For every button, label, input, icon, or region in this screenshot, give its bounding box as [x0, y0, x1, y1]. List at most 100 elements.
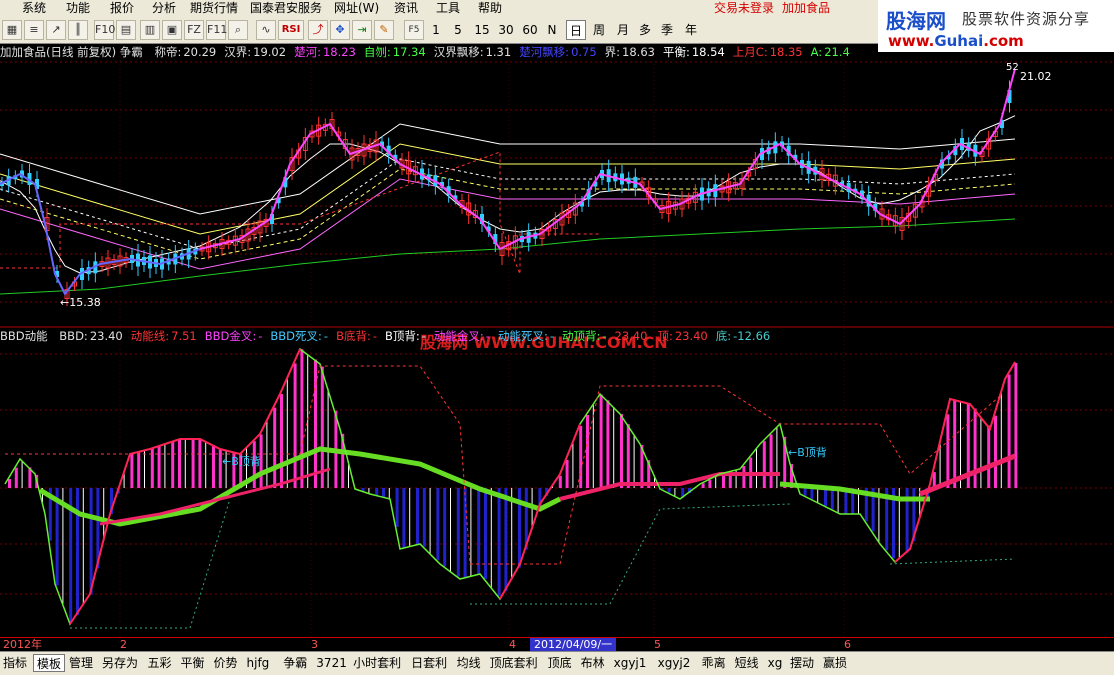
period-5min[interactable]: 5 [450, 20, 466, 40]
tab-20[interactable]: xg [765, 654, 786, 672]
tab-11[interactable]: 日套利 [408, 654, 450, 672]
bbd-bar [192, 439, 195, 488]
time-axis: 2012年 2 3 4 2012/04/09/一 5 6 [0, 637, 1114, 651]
grid-icon[interactable]: ▤ [116, 20, 136, 40]
time-label: 6 [844, 638, 851, 651]
bbd-bar [1008, 375, 1011, 488]
bbd-bar [742, 466, 745, 488]
bbd-bar [137, 452, 140, 488]
bbd-bar [273, 408, 276, 488]
bbd-bar [600, 395, 603, 488]
bbd-bar [817, 488, 818, 503]
pen-icon[interactable]: ✎ [374, 20, 394, 40]
menu-system[interactable]: 系统 [22, 0, 46, 17]
list-icon[interactable]: ≡ [24, 20, 44, 40]
period-multi[interactable]: 多 [636, 20, 654, 40]
sub-panel: ←B顶背←B顶背股海网 WWW.GUHAI.COM.CN [5, 333, 1017, 628]
tab-1[interactable]: 模板 [33, 654, 65, 672]
tab-15[interactable]: 布林 [578, 654, 608, 672]
period-month[interactable]: 月 [614, 20, 632, 40]
tab-10[interactable]: 小时套利 [350, 654, 404, 672]
tab-3[interactable]: 另存为 [99, 654, 141, 672]
bbd-bar [396, 488, 399, 527]
menu-gtja-service[interactable]: 国泰君安服务 [250, 0, 322, 17]
tab-16[interactable]: xgyj1 [611, 654, 650, 672]
tab-13[interactable]: 顶底套利 [487, 654, 541, 672]
tab-18[interactable]: 乖离 [699, 654, 729, 672]
f10-button[interactable]: F10 [94, 20, 114, 40]
main-panel: 21.02←15.3852 [0, 62, 1052, 309]
search-icon[interactable]: ⌕ [228, 20, 248, 40]
menu-news[interactable]: 资讯 [394, 0, 418, 17]
tab-17[interactable]: xgyj2 [655, 654, 694, 672]
menu-tools[interactable]: 工具 [436, 0, 460, 17]
rsi-button[interactable]: RSI [278, 20, 304, 40]
period-year[interactable]: 年 [682, 20, 700, 40]
f11-button[interactable]: F11 [206, 20, 226, 40]
bbd-bar [423, 488, 426, 547]
kline-icon[interactable]: ║ [68, 20, 88, 40]
period-15min[interactable]: 15 [472, 20, 492, 40]
time-label: 2 [120, 638, 127, 651]
bbd-bar [470, 488, 471, 576]
time-label: 3 [311, 638, 318, 651]
tab-21[interactable]: 摆动 [787, 654, 817, 672]
tab-6[interactable]: 价势 [211, 654, 241, 672]
fz-button[interactable]: FZ [184, 20, 204, 40]
menu-help[interactable]: 帮助 [478, 0, 502, 17]
bbd-bar [620, 414, 623, 488]
menu-futures[interactable]: 期货行情 [190, 0, 238, 17]
trend-icon[interactable]: ↗ [46, 20, 66, 40]
tab-0[interactable]: 指标 [0, 654, 30, 672]
bbd-bar [300, 349, 303, 488]
period-1min[interactable]: 1 [428, 20, 444, 40]
bbd-bar [416, 488, 419, 545]
bbd-bar [389, 488, 390, 499]
bbd-bar [1001, 393, 1002, 488]
sub-title: BBD动能 [0, 329, 48, 343]
b-top-div-marker: ←B顶背 [222, 454, 261, 468]
bbd-bar [368, 488, 369, 493]
bbd-bar [266, 421, 267, 488]
bbd-bar [586, 415, 589, 488]
bbd-bar [477, 488, 480, 575]
calendar-icon[interactable]: ▣ [162, 20, 182, 40]
menu-analysis[interactable]: 分析 [152, 0, 176, 17]
login-status[interactable]: 交易未登录 [714, 0, 774, 17]
chart-icon[interactable]: ▦ [2, 20, 22, 40]
tab-9[interactable]: 3721 [313, 654, 350, 672]
period-week[interactable]: 周 [590, 20, 608, 40]
menu-website[interactable]: 网址(W) [334, 0, 379, 17]
period-day[interactable]: 日 [566, 20, 586, 40]
tab-2[interactable]: 管理 [66, 654, 96, 672]
menu-quote[interactable]: 报价 [110, 0, 134, 17]
period-quarter[interactable]: 季 [658, 20, 676, 40]
tab-7[interactable]: hjfg [244, 654, 273, 672]
ma-long-line [0, 124, 1015, 214]
line-tool-icon[interactable]: ∿ [256, 20, 276, 40]
tab-22[interactable]: 赢损 [820, 654, 850, 672]
tab-5[interactable]: 平衡 [178, 654, 208, 672]
right-tag: 52 [1006, 62, 1019, 73]
menu-function[interactable]: 功能 [66, 0, 90, 17]
sub-indicator-item: B底背:- [336, 329, 377, 343]
bars-icon[interactable]: ▥ [140, 20, 160, 40]
period-n[interactable]: N [544, 20, 560, 40]
tab-19[interactable]: 短线 [732, 654, 762, 672]
tab-14[interactable]: 顶底 [545, 654, 575, 672]
bbd-bar [198, 439, 201, 488]
period-30min[interactable]: 30 [496, 20, 516, 40]
f5-button[interactable]: F5 [404, 20, 424, 40]
pointer-icon[interactable]: ⤴ [308, 20, 328, 40]
period-60min[interactable]: 60 [520, 20, 540, 40]
tab-8[interactable]: 争霸 [280, 654, 310, 672]
export-icon[interactable]: ⇥ [352, 20, 372, 40]
crosshair-date: 2012/04/09/一 [530, 638, 616, 651]
bbd-bar [205, 442, 206, 488]
bbd-bar [804, 488, 807, 496]
bbd-bar [484, 488, 487, 579]
move-icon[interactable]: ✥ [330, 20, 350, 40]
tab-12[interactable]: 均线 [454, 654, 484, 672]
tab-4[interactable]: 五彩 [145, 654, 175, 672]
bbd-bar [613, 407, 614, 488]
